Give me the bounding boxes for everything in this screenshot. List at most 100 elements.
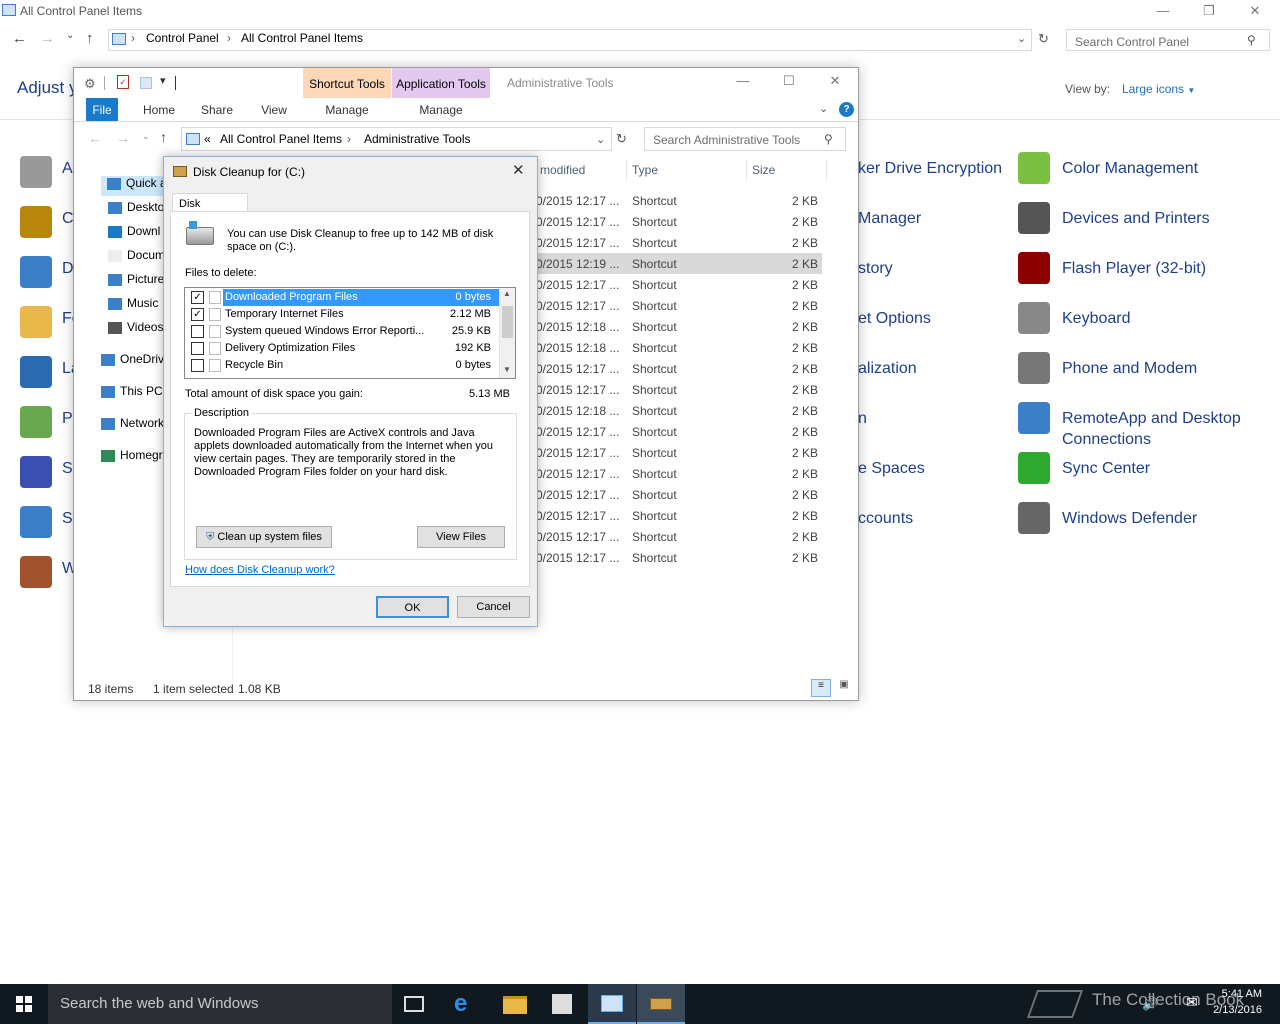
recent-chevron-icon[interactable]: ⌄ <box>66 30 74 41</box>
scroll-thumb[interactable] <box>502 306 513 338</box>
forward-arrow-icon[interactable]: → <box>40 30 55 47</box>
address-dropdown-icon[interactable]: ⌄ <box>596 133 605 146</box>
table-row[interactable]: 0/2015 12:18 ... Shortcut 2 KB <box>534 337 822 358</box>
maximize-button[interactable]: ☐ <box>766 70 812 94</box>
table-row[interactable]: 0/2015 12:17 ... Shortcut 2 KB <box>534 463 822 484</box>
file-list-item[interactable]: ✓ Downloaded Program Files 0 bytes <box>185 289 499 306</box>
tab-manage-application[interactable]: Manage <box>392 98 490 122</box>
cancel-button[interactable]: Cancel <box>457 596 530 618</box>
file-checkbox[interactable]: ✓ <box>191 291 204 304</box>
table-row[interactable]: 0/2015 12:17 ... Shortcut 2 KB <box>534 379 822 400</box>
clock-time[interactable]: 5:41 AM <box>1200 988 1262 1000</box>
clock-date[interactable]: 2/13/2016 <box>1200 1004 1262 1016</box>
view-by-dropdown[interactable]: Large icons ▼ <box>1122 82 1195 96</box>
table-row[interactable]: 0/2015 12:17 ... Shortcut 2 KB <box>534 442 822 463</box>
control-panel-item-label[interactable]: Manager <box>858 210 921 228</box>
control-panel-item-label[interactable]: D <box>62 260 74 278</box>
column-date-modified[interactable]: modified <box>540 163 585 177</box>
file-list-item[interactable]: Recycle Bin 0 bytes <box>185 357 497 374</box>
notifications-icon[interactable]: ✉ <box>1186 994 1198 1011</box>
up-arrow-icon[interactable]: ↑ <box>86 30 94 47</box>
breadcrumb-admin-tools[interactable]: Administrative Tools <box>364 132 471 146</box>
table-row[interactable]: 0/2015 12:17 ... Shortcut 2 KB <box>534 274 822 295</box>
address-dropdown-icon[interactable]: ⌄ <box>1017 32 1026 45</box>
control-panel-item-icon[interactable] <box>20 506 52 538</box>
clean-up-system-files-button[interactable]: ⛨ Clean up system files <box>196 526 332 548</box>
control-panel-item-icon[interactable] <box>20 306 52 338</box>
tab-home[interactable]: Home <box>138 98 180 122</box>
forward-arrow-icon[interactable]: → <box>116 130 130 146</box>
control-panel-item-icon[interactable] <box>20 556 52 588</box>
control-panel-item-label[interactable]: et Options <box>858 310 931 328</box>
file-checkbox[interactable] <box>191 359 204 372</box>
file-list-item[interactable]: Delivery Optimization Files 192 KB <box>185 340 497 357</box>
recent-chevron-icon[interactable]: ⌄ <box>142 131 150 142</box>
scrollbar[interactable]: ▲ ▼ <box>499 288 515 378</box>
file-checkbox[interactable] <box>191 342 204 355</box>
ok-button[interactable]: OK <box>376 596 449 618</box>
table-row[interactable]: 0/2015 12:17 ... Shortcut 2 KB <box>534 421 822 442</box>
control-panel-item-icon[interactable] <box>20 206 52 238</box>
store-icon[interactable] <box>552 994 572 1014</box>
keyboard-icon[interactable] <box>1018 302 1050 334</box>
new-folder-icon[interactable] <box>140 77 152 89</box>
control-panel-item-label[interactable]: RemoteApp and Desktop <box>1062 410 1241 428</box>
control-panel-item-label[interactable]: Sync Center <box>1062 460 1150 478</box>
color-management-icon[interactable] <box>1018 152 1050 184</box>
control-panel-item-icon[interactable] <box>20 156 52 188</box>
control-panel-item-label[interactable]: alization <box>858 360 917 378</box>
control-panel-item-icon[interactable] <box>20 456 52 488</box>
close-icon[interactable]: ✕ <box>512 161 525 179</box>
file-explorer-icon[interactable] <box>503 996 527 1014</box>
control-panel-item-label[interactable]: Keyboard <box>1062 310 1131 328</box>
control-panel-item-label[interactable]: ker Drive Encryption <box>858 160 1002 178</box>
phone-icon[interactable] <box>1018 352 1050 384</box>
tab-disk-cleanup[interactable]: Disk Cleanup <box>172 193 248 222</box>
task-view-icon[interactable] <box>404 996 424 1012</box>
close-button[interactable]: ✕ <box>1232 0 1278 24</box>
search-input[interactable]: Search Administrative Tools <box>644 127 846 151</box>
settings-icon[interactable]: ⚙ <box>84 76 96 92</box>
column-type[interactable]: Type <box>632 163 658 177</box>
details-view-icon[interactable]: ≡ <box>811 679 831 697</box>
table-row[interactable]: 0/2015 12:17 ... Shortcut 2 KB <box>534 547 822 568</box>
view-files-button[interactable]: View Files <box>417 526 505 548</box>
properties-icon[interactable]: ✓ <box>117 75 129 89</box>
control-panel-item-icon[interactable] <box>20 356 52 388</box>
help-icon[interactable]: ? <box>839 102 854 117</box>
customize-toolbar-icon[interactable]: ▾ <box>160 74 166 87</box>
control-panel-taskbar-button[interactable] <box>588 984 636 1024</box>
control-panel-item-label[interactable]: Windows Defender <box>1062 510 1197 528</box>
file-list-item[interactable]: System queued Windows Error Reporti... 25… <box>185 323 497 340</box>
file-checkbox[interactable] <box>191 325 204 338</box>
control-panel-item-label[interactable]: A <box>62 160 73 178</box>
refresh-icon[interactable]: ↻ <box>616 131 627 147</box>
file-checkbox[interactable]: ✓ <box>191 308 204 321</box>
table-row[interactable]: 0/2015 12:17 ... Shortcut 2 KB <box>534 190 822 211</box>
expand-ribbon-icon[interactable]: ⌄ <box>819 102 828 115</box>
edge-icon[interactable]: e <box>454 992 478 1016</box>
tab-share[interactable]: Share <box>196 98 238 122</box>
back-arrow-icon[interactable]: ← <box>12 30 27 47</box>
scroll-up-icon[interactable]: ▲ <box>503 289 511 298</box>
file-list-item[interactable]: ✓ Temporary Internet Files 2.12 MB <box>185 306 497 323</box>
control-panel-item-label[interactable]: ccounts <box>858 510 913 528</box>
table-row[interactable]: 0/2015 12:19 ... Shortcut 2 KB <box>534 253 822 274</box>
disk-cleanup-taskbar-button[interactable] <box>637 984 685 1024</box>
table-row[interactable]: 0/2015 12:17 ... Shortcut 2 KB <box>534 211 822 232</box>
help-link[interactable]: How does Disk Cleanup work? <box>185 564 335 576</box>
restore-button[interactable]: ❐ <box>1186 0 1232 24</box>
up-arrow-icon[interactable]: ↑ <box>160 129 167 145</box>
printer-icon[interactable] <box>1018 202 1050 234</box>
control-panel-item-label[interactable]: Devices and Printers <box>1062 210 1210 228</box>
flash-icon[interactable] <box>1018 252 1050 284</box>
breadcrumb-overflow[interactable]: « <box>204 132 211 146</box>
table-row[interactable]: 0/2015 12:17 ... Shortcut 2 KB <box>534 526 822 547</box>
control-panel-item-label[interactable]: Connections <box>1062 431 1151 449</box>
tab-file[interactable]: File <box>86 98 118 122</box>
refresh-icon[interactable]: ↻ <box>1038 31 1049 47</box>
minimize-button[interactable]: — <box>1140 0 1186 24</box>
breadcrumb-all-items[interactable]: All Control Panel Items <box>241 31 363 45</box>
control-panel-item-label[interactable]: Flash Player (32-bit) <box>1062 260 1206 278</box>
control-panel-item-label[interactable]: Phone and Modem <box>1062 360 1197 378</box>
